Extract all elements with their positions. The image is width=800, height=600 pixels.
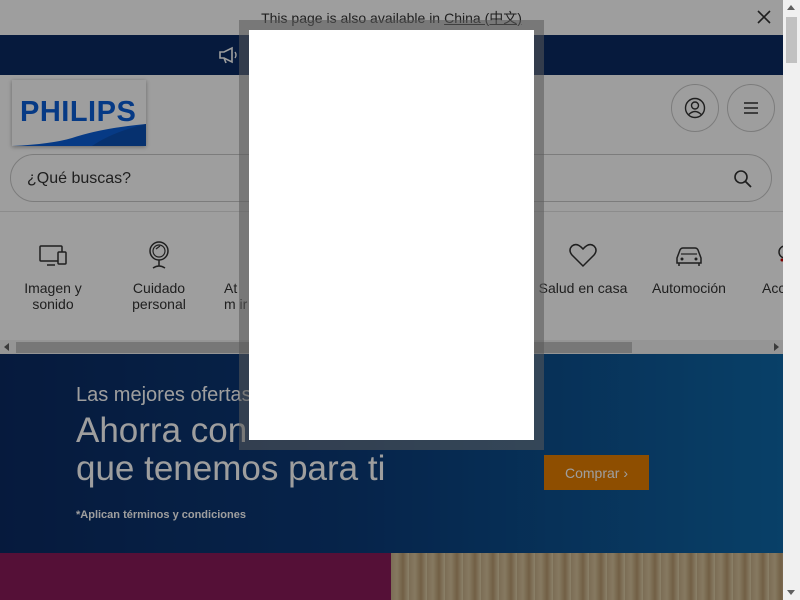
page-vertical-scrollbar[interactable] — [783, 0, 800, 600]
philips-page: This page is also available in China (中文… — [0, 0, 783, 600]
modal-dialog[interactable] — [249, 30, 534, 440]
scroll-down-icon[interactable] — [787, 590, 795, 595]
scrollbar-thumb[interactable] — [786, 17, 797, 63]
scroll-up-icon[interactable] — [787, 5, 795, 10]
